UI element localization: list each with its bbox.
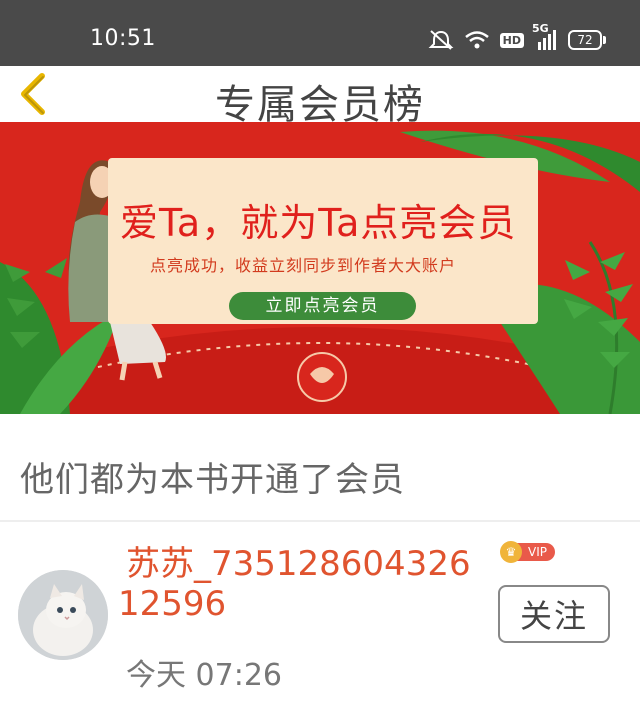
cat-avatar-image xyxy=(18,570,108,660)
battery-icon: 72 xyxy=(568,30,606,50)
network-label: 5G xyxy=(532,22,549,35)
vip-badge: ♛ VIP xyxy=(500,541,555,563)
signal-icon: 5G xyxy=(532,22,558,50)
member-name[interactable]: 苏苏_735128604326 12596 xyxy=(118,544,488,624)
avatar[interactable] xyxy=(18,570,108,660)
member-timestamp: 今天 07:26 xyxy=(126,658,282,693)
banner-headline: 爱Ta，就为Ta点亮会员 xyxy=(120,201,517,245)
section-title: 他们都为本书开通了会员 xyxy=(20,460,405,500)
nav-bar: 专属会员榜 xyxy=(0,66,640,128)
promo-banner[interactable]: 爱Ta，就为Ta点亮会员 点亮成功，收益立刻同步到作者大大账户 立即点亮会员 xyxy=(0,122,640,414)
light-up-member-button[interactable]: 立即点亮会员 xyxy=(229,292,416,320)
status-time: 10:51 xyxy=(90,26,156,51)
member-name-line2: 12596 xyxy=(118,584,227,624)
wifi-icon xyxy=(464,30,490,50)
status-icons: HD 5G 72 xyxy=(428,22,606,54)
member-name-line1: 苏苏_735128604326 xyxy=(126,544,471,584)
hd-icon: HD xyxy=(499,32,524,48)
follow-button[interactable]: 关注 xyxy=(498,585,610,643)
divider xyxy=(0,520,640,522)
mute-icon xyxy=(428,29,454,51)
banner-subtext: 点亮成功，收益立刻同步到作者大大账户 xyxy=(150,256,457,275)
status-bar: 10:51 HD 5G 72 xyxy=(0,0,640,66)
crown-icon: ♛ xyxy=(500,541,522,563)
